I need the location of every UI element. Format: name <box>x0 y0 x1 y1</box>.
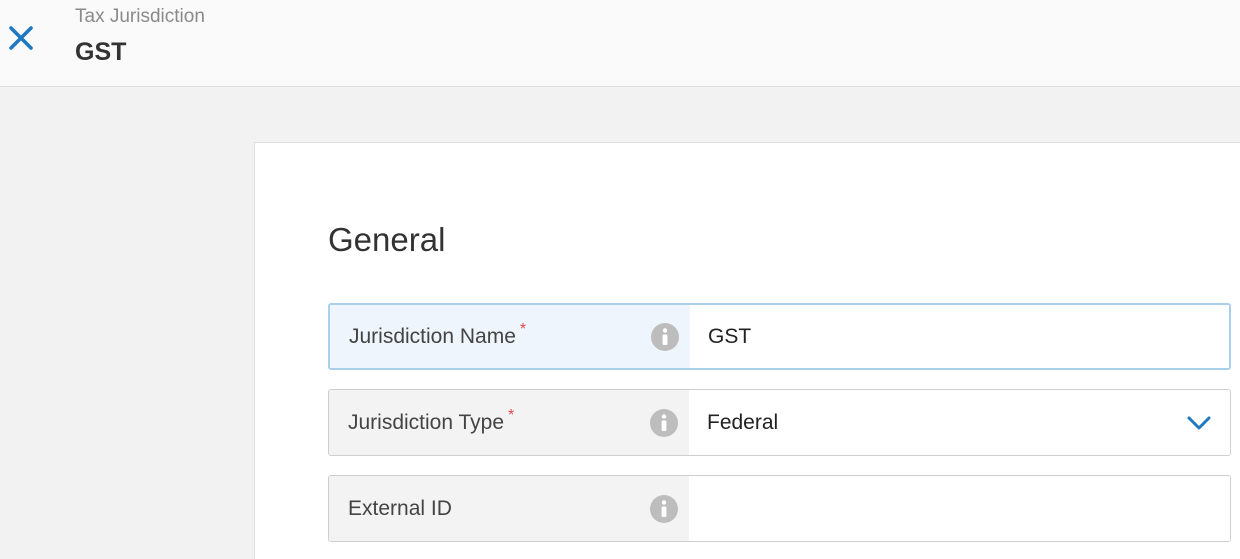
jurisdiction-type-label: Jurisdiction Type * <box>348 407 514 435</box>
external-id-field[interactable]: External ID <box>328 475 1231 542</box>
close-icon <box>9 26 33 50</box>
jurisdiction-name-value: GST <box>708 324 752 348</box>
section-title: General <box>328 221 446 258</box>
field-label-cell: Jurisdiction Type * <box>329 390 689 455</box>
form-card: General Jurisdiction Name * GST Jurisdict… <box>254 142 1240 559</box>
jurisdiction-name-label: Jurisdiction Name * <box>349 321 526 349</box>
jurisdiction-type-label-text: Jurisdiction Type <box>348 410 505 434</box>
breadcrumb: Tax Jurisdiction <box>75 6 205 27</box>
info-icon[interactable] <box>649 408 679 438</box>
chevron-down-icon[interactable] <box>1186 414 1212 432</box>
required-marker: * <box>508 406 515 424</box>
jurisdiction-name-label-text: Jurisdiction Name <box>349 324 516 348</box>
external-id-label: External ID <box>348 496 452 520</box>
required-marker: * <box>519 320 527 338</box>
jurisdiction-type-select[interactable]: Federal <box>689 390 1230 455</box>
close-button[interactable] <box>4 20 38 56</box>
info-icon[interactable] <box>649 494 679 524</box>
page-title: GST <box>75 38 127 66</box>
info-icon[interactable] <box>650 322 680 352</box>
jurisdiction-name-input[interactable]: GST <box>690 305 1229 368</box>
external-id-input[interactable] <box>689 476 1230 541</box>
field-label-cell: External ID <box>329 476 689 541</box>
jurisdiction-type-field[interactable]: Jurisdiction Type * Federal <box>328 389 1231 456</box>
top-bar: Tax Jurisdiction GST <box>0 0 1240 87</box>
jurisdiction-name-field[interactable]: Jurisdiction Name * GST <box>328 303 1231 370</box>
field-label-cell: Jurisdiction Name * <box>330 305 690 368</box>
jurisdiction-type-value: Federal <box>707 410 779 434</box>
